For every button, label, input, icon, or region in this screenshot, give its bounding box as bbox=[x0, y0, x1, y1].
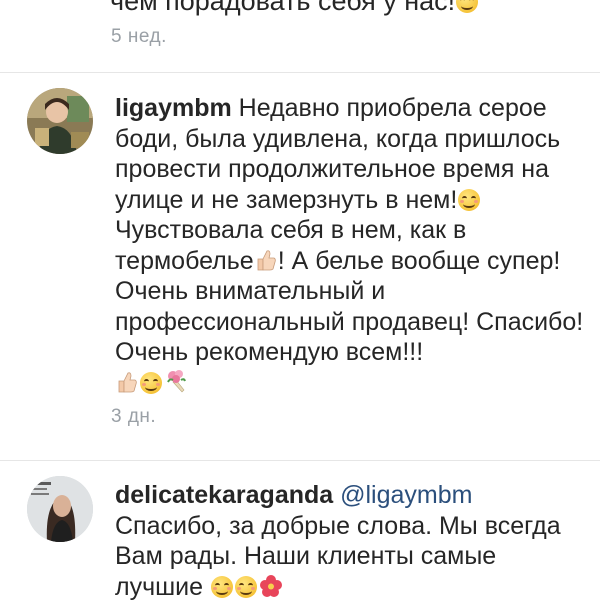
flower-emoji bbox=[259, 574, 283, 598]
smiling-face-emoji bbox=[211, 575, 233, 598]
smiling-face-emoji bbox=[140, 371, 162, 394]
comment-username[interactable]: ligaymbm bbox=[115, 94, 232, 122]
avatar[interactable] bbox=[27, 88, 93, 154]
previous-comment-text: чем порадовать себя у нас! bbox=[110, 0, 479, 18]
comments-thread: чем порадовать себя у нас! 5 нед. ligaym… bbox=[0, 0, 600, 600]
smiling-face-emoji bbox=[456, 0, 479, 13]
divider bbox=[0, 460, 600, 461]
bouquet-emoji bbox=[164, 368, 190, 394]
divider bbox=[0, 72, 600, 73]
mention-link[interactable]: @ligaymbm bbox=[340, 481, 472, 509]
avatar[interactable] bbox=[27, 476, 93, 542]
comment-timestamp[interactable]: 3 дн. bbox=[111, 406, 156, 428]
comment-body: ligaymbm Недавно приобрела серое боди, б… bbox=[115, 93, 585, 398]
comment-text: Спасибо, за добрые слова. Мы всегда Вам … bbox=[115, 511, 561, 600]
smiling-face-emoji bbox=[235, 575, 257, 598]
thumbs-up-emoji bbox=[116, 370, 138, 394]
comment-body: delicatekaraganda @ligaymbm Спасибо, за … bbox=[115, 480, 585, 600]
thumbs-up-emoji bbox=[255, 248, 277, 272]
comment-username[interactable]: delicatekaraganda bbox=[115, 481, 333, 509]
smiling-face-emoji bbox=[458, 188, 481, 211]
previous-comment-timestamp[interactable]: 5 нед. bbox=[111, 26, 167, 48]
